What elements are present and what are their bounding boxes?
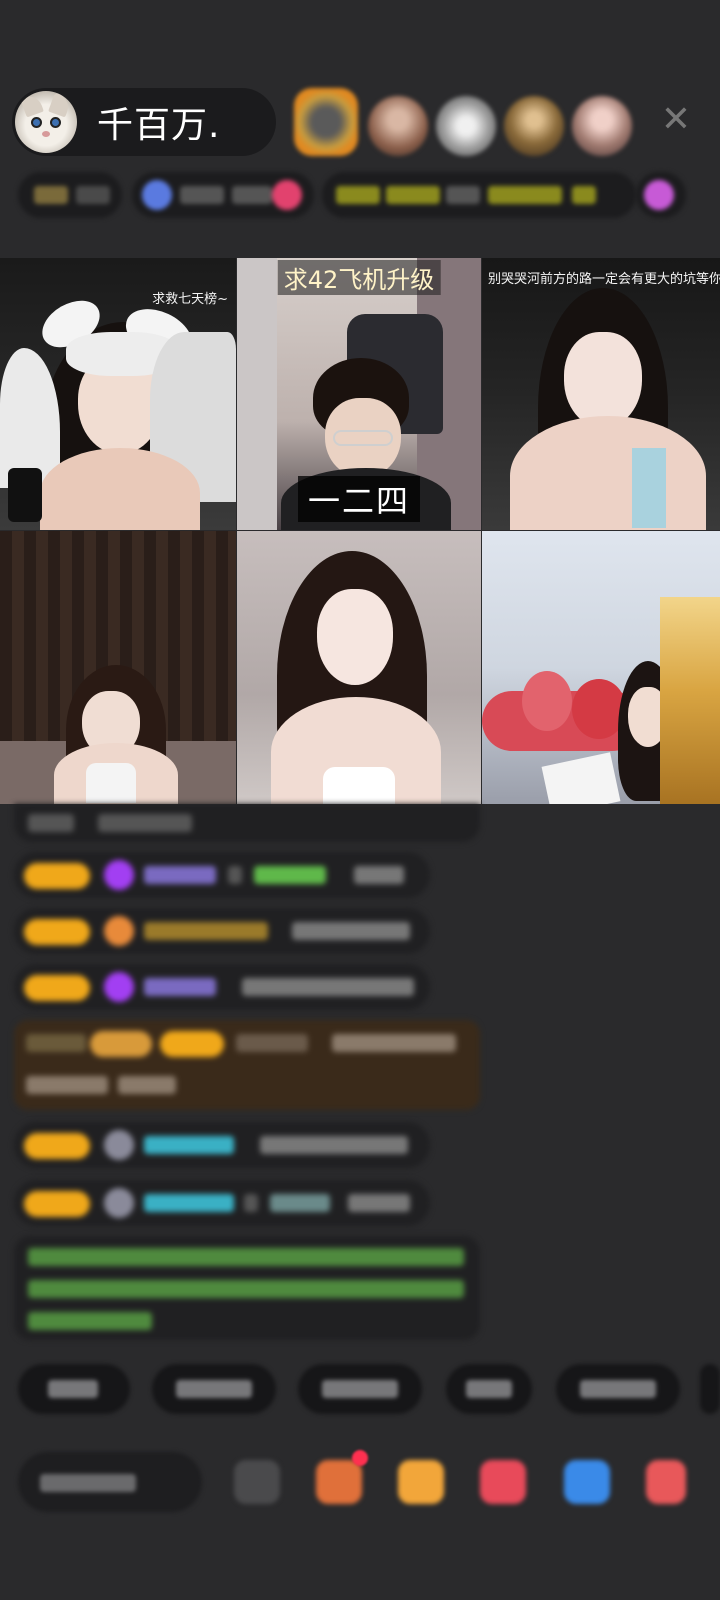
chat-message (14, 1122, 430, 1168)
tile-2-bottom-caption: 一二四 (297, 476, 421, 522)
video-tile-5[interactable] (237, 531, 481, 804)
gift-icon[interactable] (480, 1460, 526, 1504)
top-viewer-avatar-1[interactable] (294, 88, 358, 156)
chat-message (14, 908, 430, 954)
quick-reply-chip-1[interactable] (18, 1364, 130, 1414)
cat-eye-right (50, 117, 61, 128)
event-icon-chip[interactable] (636, 172, 686, 218)
emoji-icon[interactable] (234, 1460, 280, 1504)
top-viewer-avatar-3[interactable] (436, 96, 496, 156)
quick-reply-chip-4[interactable] (446, 1364, 532, 1414)
host-avatar[interactable] (15, 91, 77, 153)
notification-dot (352, 1450, 368, 1466)
comment-input[interactable] (18, 1452, 202, 1512)
system-notice-message (14, 1236, 480, 1340)
host-info-pill[interactable]: 千百万. (12, 88, 276, 156)
microphone (8, 468, 42, 522)
quick-reply-chip-5[interactable] (556, 1364, 680, 1414)
gift-effect-image (660, 597, 720, 804)
tile-1-caption: 求救七天榜~ (152, 292, 228, 307)
cat-ear-left (20, 92, 44, 118)
fan-club-chip[interactable] (132, 172, 314, 218)
video-tile-2[interactable]: 求42飞机升级 一二四 (237, 258, 481, 530)
chat-message (14, 804, 480, 842)
chat-message (14, 852, 430, 898)
shop-icon[interactable] (316, 1460, 362, 1504)
chat-message (14, 964, 430, 1010)
top-viewer-avatar-4[interactable] (504, 96, 564, 156)
chat-message (14, 1180, 430, 1226)
share-icon[interactable] (564, 1460, 610, 1504)
event-chip[interactable] (322, 172, 636, 218)
cat-nose (42, 131, 50, 137)
cat-eye-left (31, 117, 42, 128)
tile-3-caption: 别哭哭河前方的路一定会有更大的坑等你 (488, 272, 720, 287)
host-name: 千百万. (97, 105, 221, 146)
video-tile-1[interactable]: 求救七天榜~ (0, 258, 236, 530)
quick-reply-chip-6[interactable] (700, 1364, 720, 1414)
quick-reply-chip-2[interactable] (152, 1364, 276, 1414)
video-tile-3[interactable]: 别哭哭河前方的路一定会有更大的坑等你 (482, 258, 720, 530)
quick-reply-chip-3[interactable] (298, 1364, 422, 1414)
multi-guest-video-grid: 求救七天榜~ 求42飞机升级 一二四 别哭哭河前方的路一定会有更大的坑等你 (0, 258, 720, 804)
tile-2-top-caption: 求42飞机升级 (277, 260, 441, 295)
cat-ear-right (48, 92, 72, 118)
top-viewer-avatar-2[interactable] (368, 96, 428, 156)
close-icon[interactable]: ✕ (654, 98, 698, 142)
video-tile-4[interactable] (0, 531, 236, 804)
gift-message (14, 1020, 480, 1110)
rank-chip[interactable] (18, 172, 122, 218)
lucky-bag-icon[interactable] (398, 1460, 444, 1504)
video-tile-6[interactable] (482, 531, 720, 804)
top-viewer-avatar-5[interactable] (572, 96, 632, 156)
more-icon[interactable] (646, 1460, 686, 1504)
